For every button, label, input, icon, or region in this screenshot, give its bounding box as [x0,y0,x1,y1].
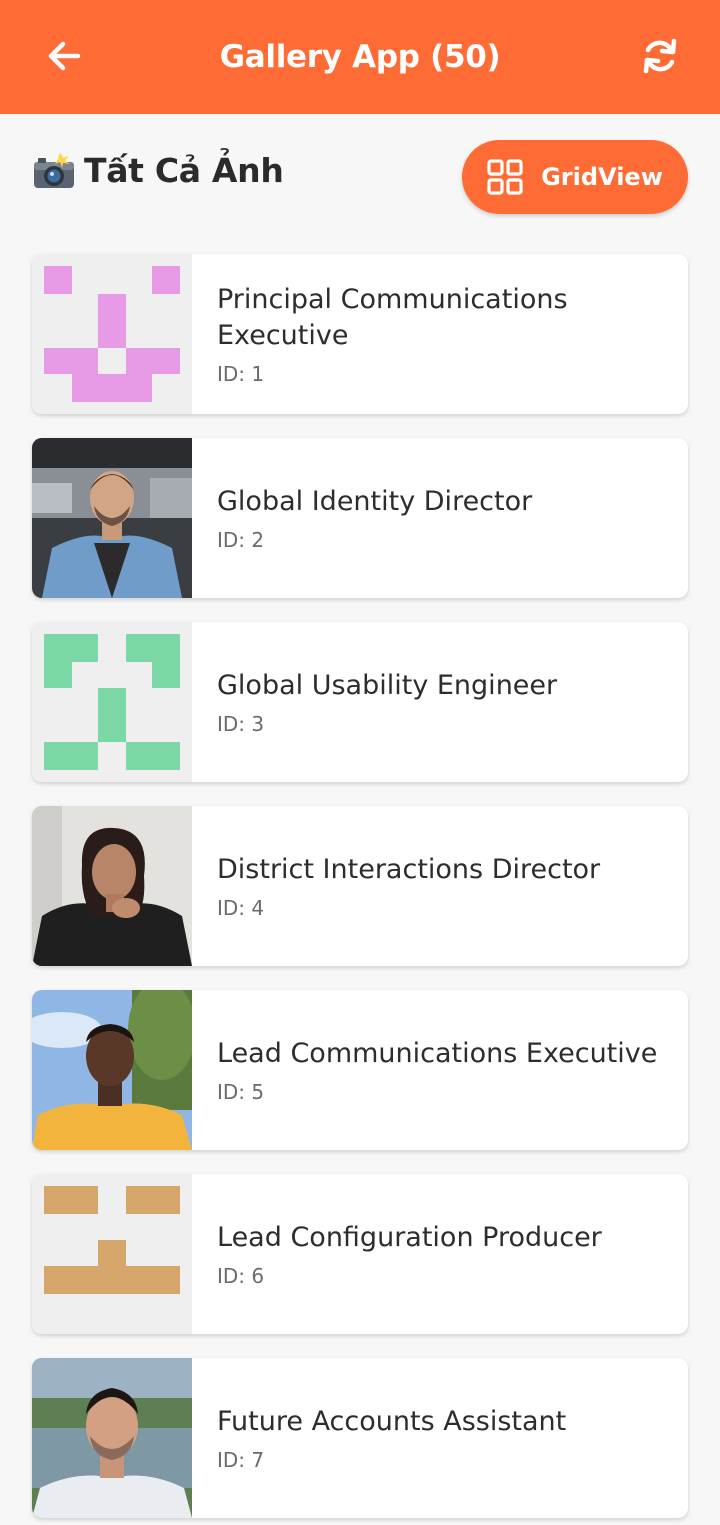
person-photo [32,1358,192,1518]
refresh-icon [643,38,677,74]
refresh-button[interactable] [636,34,684,78]
thumbnail [32,438,192,598]
person-photo [32,806,192,966]
person-photo [32,990,192,1150]
gridview-label: GridView [541,163,663,191]
thumbnail [32,1174,192,1334]
camera-flash-icon [34,152,74,188]
item-id: ID: 5 [217,1080,265,1104]
item-id: ID: 2 [217,528,265,552]
thumbnail [32,990,192,1150]
thumbnail [32,806,192,966]
list-item[interactable]: Principal Communications Executive ID: 1 [32,254,688,414]
item-id: ID: 4 [217,896,265,920]
app-bar: Gallery App (50) [0,0,720,114]
item-name: Global Usability Engineer [217,670,558,701]
thumbnail [32,254,192,414]
thumbnail [32,1358,192,1518]
thumbnail [32,622,192,782]
list-item[interactable]: Global Usability Engineer ID: 3 [32,622,688,782]
back-button[interactable] [40,34,88,78]
identicon-image [32,254,192,414]
app-title: Gallery App (50) [219,39,501,75]
person-photo [32,438,192,598]
list-item[interactable]: Global Identity Director ID: 2 [32,438,688,598]
list-item[interactable]: Lead Communications Executive ID: 5 [32,990,688,1150]
item-name: District Interactions Director [217,854,601,885]
list-item[interactable]: District Interactions Director ID: 4 [32,806,688,966]
item-id: ID: 3 [217,712,265,736]
item-name: Global Identity Director [217,486,533,517]
list-item[interactable]: Future Accounts Assistant ID: 7 [32,1358,688,1518]
item-name: Future Accounts Assistant [217,1406,567,1437]
identicon-image [32,622,192,782]
item-name: Lead Configuration Producer [217,1222,602,1253]
item-id: ID: 1 [217,362,265,386]
item-name: Lead Communications Executive [217,1038,658,1069]
section-header: Tất Cả Ảnh [32,150,284,190]
item-id: ID: 7 [217,1448,265,1472]
section-title: Tất Cả Ảnh [84,150,284,190]
identicon-image [32,1174,192,1334]
item-name: Principal Communications Executive [217,284,568,351]
arrow-left-icon [48,41,81,71]
gridview-button[interactable]: GridView [462,140,688,214]
item-id: ID: 6 [217,1264,265,1288]
grid-icon [487,159,523,195]
list-item[interactable]: Lead Configuration Producer ID: 6 [32,1174,688,1334]
